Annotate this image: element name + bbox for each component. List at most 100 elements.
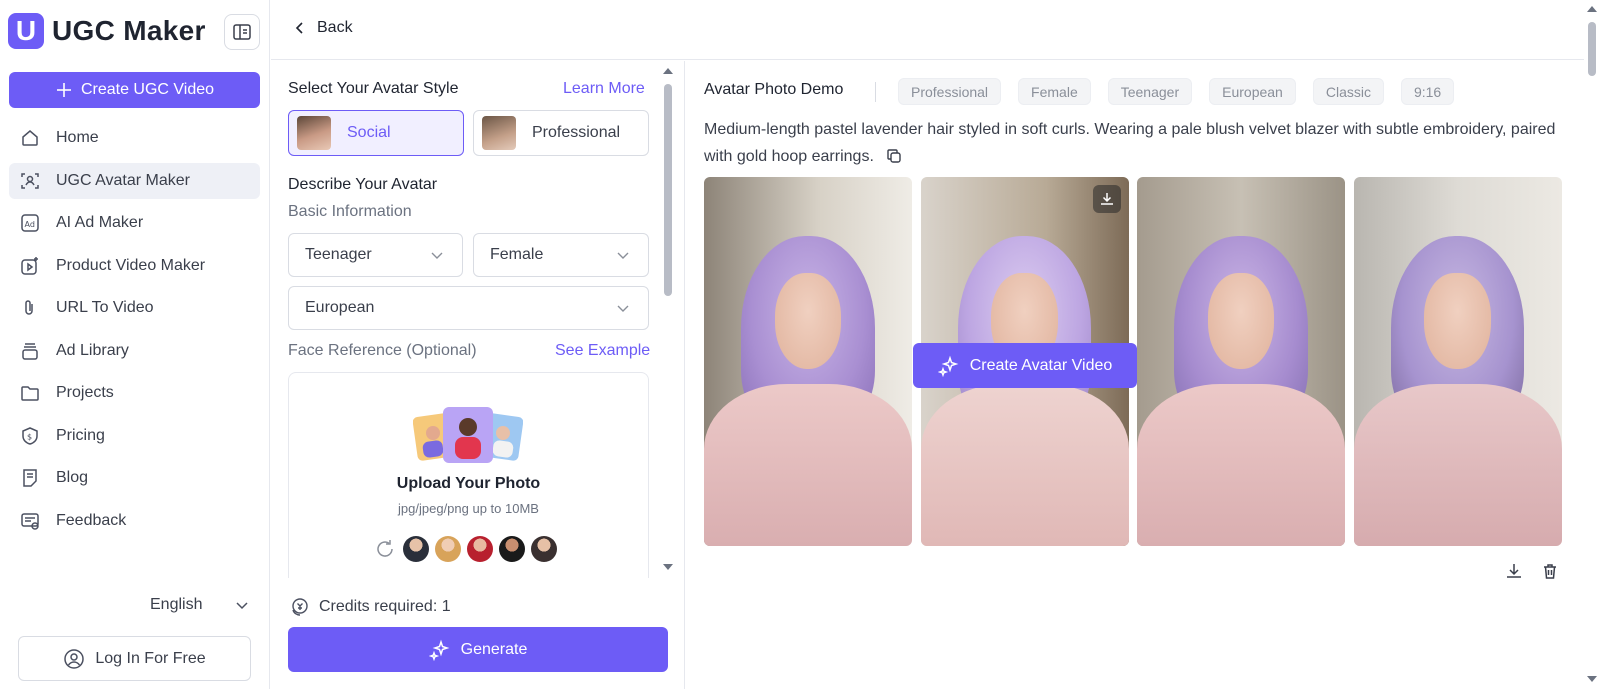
create-ugc-video-button[interactable]: Create UGC Video (9, 72, 260, 108)
sidebar-toggle-button[interactable] (224, 14, 260, 50)
feedback-icon (19, 510, 41, 532)
sidebar-item-ugc-avatar-maker[interactable]: UGC Avatar Maker (9, 162, 260, 199)
svg-text:$: $ (27, 432, 32, 441)
chevron-down-icon (431, 252, 443, 259)
age-select[interactable]: Teenager (288, 233, 463, 277)
sidebar-item-pricing[interactable]: $ Pricing (9, 418, 260, 454)
folder-icon (19, 382, 41, 404)
generate-button[interactable]: Generate (288, 627, 668, 672)
tag-european: European (1209, 78, 1296, 105)
see-example-link[interactable]: See Example (555, 342, 650, 360)
avatar-scan-icon (19, 170, 41, 192)
create-avatar-video-button[interactable]: Create Avatar Video (913, 343, 1137, 388)
product-video-icon (19, 255, 41, 277)
upload-photos-illustration (413, 407, 523, 463)
sparkle-icon (428, 639, 450, 661)
learn-more-link[interactable]: Learn More (563, 80, 645, 98)
panel-scrollbar[interactable] (660, 62, 676, 578)
window-scrollbar[interactable] (1584, 0, 1600, 689)
user-circle-icon (64, 648, 85, 669)
sidebar-item-label: URL To Video (56, 299, 154, 316)
sample-face[interactable] (531, 536, 557, 562)
back-button[interactable]: Back (293, 19, 353, 37)
gallery-actions (1505, 562, 1559, 580)
pricing-shield-icon: $ (19, 425, 41, 447)
generate-label: Generate (460, 640, 528, 658)
chevron-left-icon (295, 22, 303, 34)
credits-coin-icon (292, 598, 308, 616)
avatar-photo[interactable] (1353, 177, 1562, 546)
age-value: Teenager (305, 246, 372, 263)
sample-face[interactable] (403, 536, 429, 562)
login-button[interactable]: Log In For Free (18, 636, 251, 681)
chevron-down-icon (236, 602, 248, 610)
photo-upload-dropzone[interactable]: Upload Your Photo jpg/jpeg/png up to 10M… (288, 372, 649, 578)
sidebar-item-label: AI Ad Maker (56, 214, 144, 231)
download-icon (1100, 193, 1113, 205)
copy-icon[interactable] (886, 148, 902, 164)
tag-teenager: Teenager (1107, 78, 1193, 105)
chevron-down-icon (617, 252, 629, 259)
style-option-social[interactable]: Social (288, 110, 464, 156)
plus-icon (56, 83, 71, 97)
tag-aspect-ratio: 9:16 (1400, 78, 1455, 105)
gender-select[interactable]: Female (473, 233, 649, 277)
avatar-description: Medium-length pastel lavender hair style… (704, 116, 1564, 170)
sidebar-item-product-video-maker[interactable]: Product Video Maker (9, 248, 260, 284)
ad-icon: Ad (19, 212, 41, 234)
svg-text:Ad: Ad (25, 220, 35, 229)
tag-professional: Professional (898, 78, 1002, 105)
photo-download-button[interactable] (1092, 185, 1121, 213)
sample-faces (373, 536, 557, 562)
refresh-icon[interactable] (373, 537, 397, 561)
ethnicity-select[interactable]: European (288, 286, 649, 330)
topbar: Back (271, 0, 1584, 60)
sidebar-item-label: Feedback (56, 511, 127, 529)
style-option-label: Social (347, 124, 391, 141)
demo-tags: Professional Female Teenager European Cl… (898, 78, 1455, 105)
language-value: English (150, 596, 203, 613)
upload-title: Upload Your Photo (396, 475, 541, 492)
avatar-photo[interactable] (1137, 177, 1345, 546)
face-reference-label: Face Reference (Optional) (288, 342, 477, 359)
avatar-photo[interactable] (704, 177, 912, 546)
sparkle-icon (937, 355, 959, 377)
sidebar-item-url-to-video[interactable]: URL To Video (9, 290, 260, 326)
tag-female: Female (1018, 78, 1091, 105)
sidebar-item-label: Pricing (56, 426, 105, 444)
tag-classic: Classic (1312, 78, 1384, 105)
sidebar-item-ai-ad-maker[interactable]: Ad AI Ad Maker (9, 205, 260, 241)
sidebar-item-label: Blog (56, 469, 89, 486)
demo-title: Avatar Photo Demo (704, 81, 844, 98)
credits-info: Credits required: 1 (289, 597, 451, 617)
library-icon (19, 340, 41, 362)
social-style-thumbnail (297, 116, 331, 150)
sidebar-item-label: Product Video Maker (56, 256, 206, 274)
back-label: Back (317, 19, 353, 36)
logo-text: UGC Maker (52, 15, 206, 46)
sample-face[interactable] (435, 536, 461, 562)
trash-icon[interactable] (1541, 562, 1559, 580)
description-text: Medium-length pastel lavender hair style… (704, 121, 1556, 165)
download-icon[interactable] (1505, 562, 1523, 580)
logo-mark: U (8, 13, 44, 49)
language-select[interactable]: English (150, 596, 250, 614)
sidebar-item-label: Ad Library (56, 341, 129, 359)
style-option-professional[interactable]: Professional (473, 110, 649, 156)
sidebar-item-ad-library[interactable]: Ad Library (9, 333, 260, 369)
gender-value: Female (490, 246, 544, 263)
sidebar-item-projects[interactable]: Projects (9, 375, 260, 411)
sidebar-item-home[interactable]: Home (9, 120, 260, 156)
sample-face[interactable] (499, 536, 525, 562)
sidebar-item-blog[interactable]: Blog (9, 460, 260, 496)
sidebar-item-feedback[interactable]: Feedback (9, 503, 260, 539)
sample-face[interactable] (467, 536, 493, 562)
logo[interactable]: U UGC Maker (8, 13, 206, 49)
sidebar-item-label: UGC Avatar Maker (56, 171, 190, 189)
sidebar-toggle-icon (233, 24, 251, 40)
professional-style-thumbnail (482, 116, 516, 150)
ethnicity-value: European (305, 299, 375, 316)
describe-avatar-title: Describe Your Avatar (288, 176, 438, 193)
create-avatar-video-label: Create Avatar Video (969, 356, 1113, 374)
sidebar-nav: Home UGC Avatar Maker Ad AI Ad Maker Pro… (9, 120, 260, 545)
